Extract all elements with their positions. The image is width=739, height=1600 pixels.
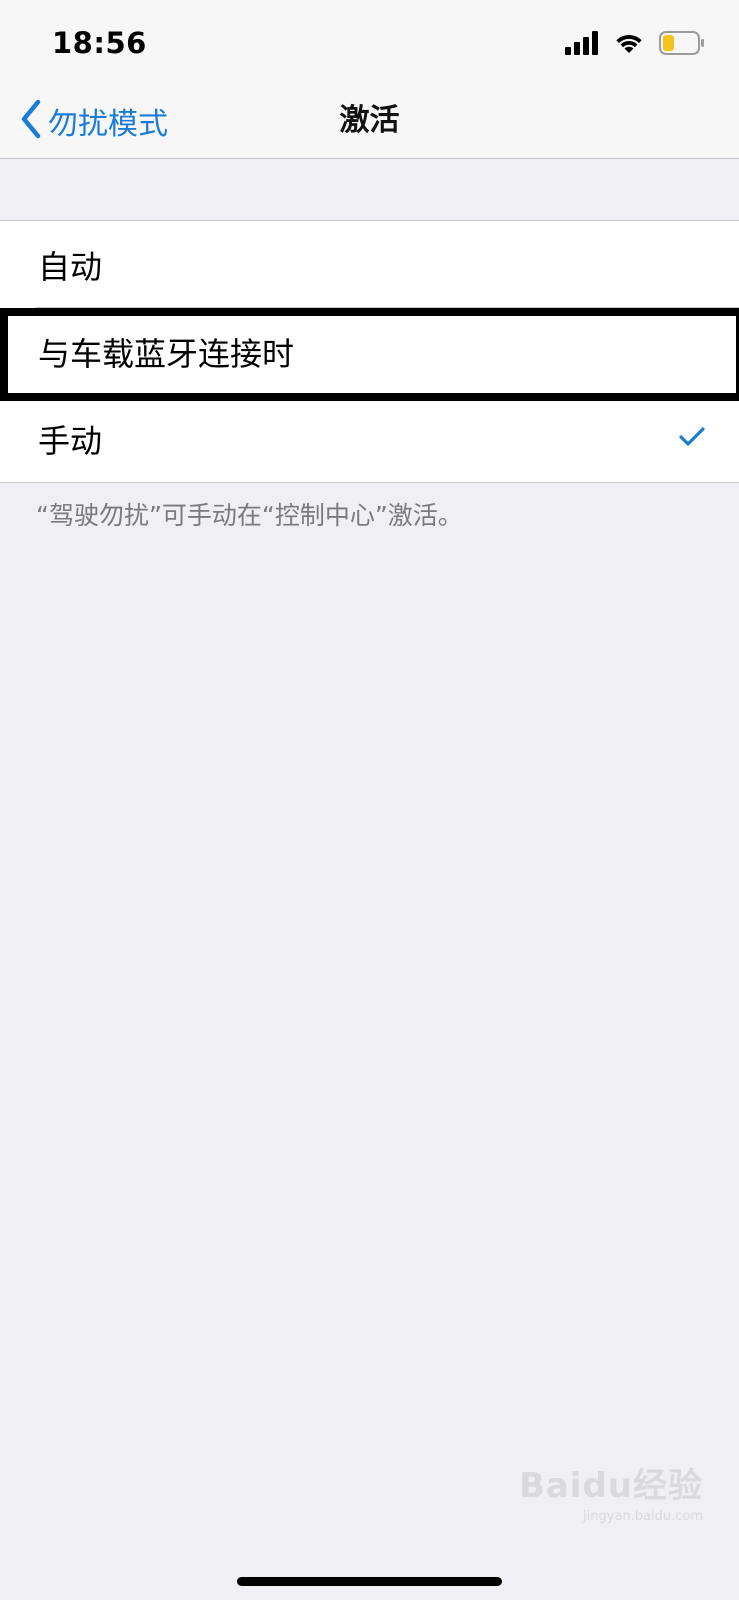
option-car-bluetooth[interactable]: 与车载蓝牙连接时: [0, 308, 739, 395]
option-label: 与车载蓝牙连接时: [38, 334, 295, 373]
status-time: 18:56: [52, 26, 147, 60]
watermark-main: Baidu经验: [518, 1466, 703, 1506]
status-bar: 18:56: [0, 0, 739, 92]
battery-icon: [659, 31, 705, 59]
option-automatic[interactable]: 自动: [0, 221, 739, 308]
cellular-signal-icon: [565, 31, 599, 59]
option-manual[interactable]: 手动: [0, 395, 739, 482]
option-label: 手动: [38, 421, 103, 460]
activation-options-list: 自动 与车载蓝牙连接时 手动: [0, 220, 739, 483]
wifi-icon: [613, 31, 645, 59]
navigation-bar: 勿扰模式 激活: [0, 92, 739, 159]
option-label: 自动: [38, 247, 103, 286]
footer-note: “驾驶勿扰”可手动在“控制中心”激活。: [36, 501, 463, 530]
home-indicator[interactable]: [237, 1577, 502, 1586]
watermark-sub: jingyan.baidu.com: [583, 1509, 703, 1524]
baidu-watermark: Baidu经验 jingyan.baidu.com: [519, 1458, 703, 1524]
status-icons: [565, 31, 705, 59]
checkmark-icon: [679, 426, 705, 451]
page-title: 激活: [339, 103, 400, 138]
